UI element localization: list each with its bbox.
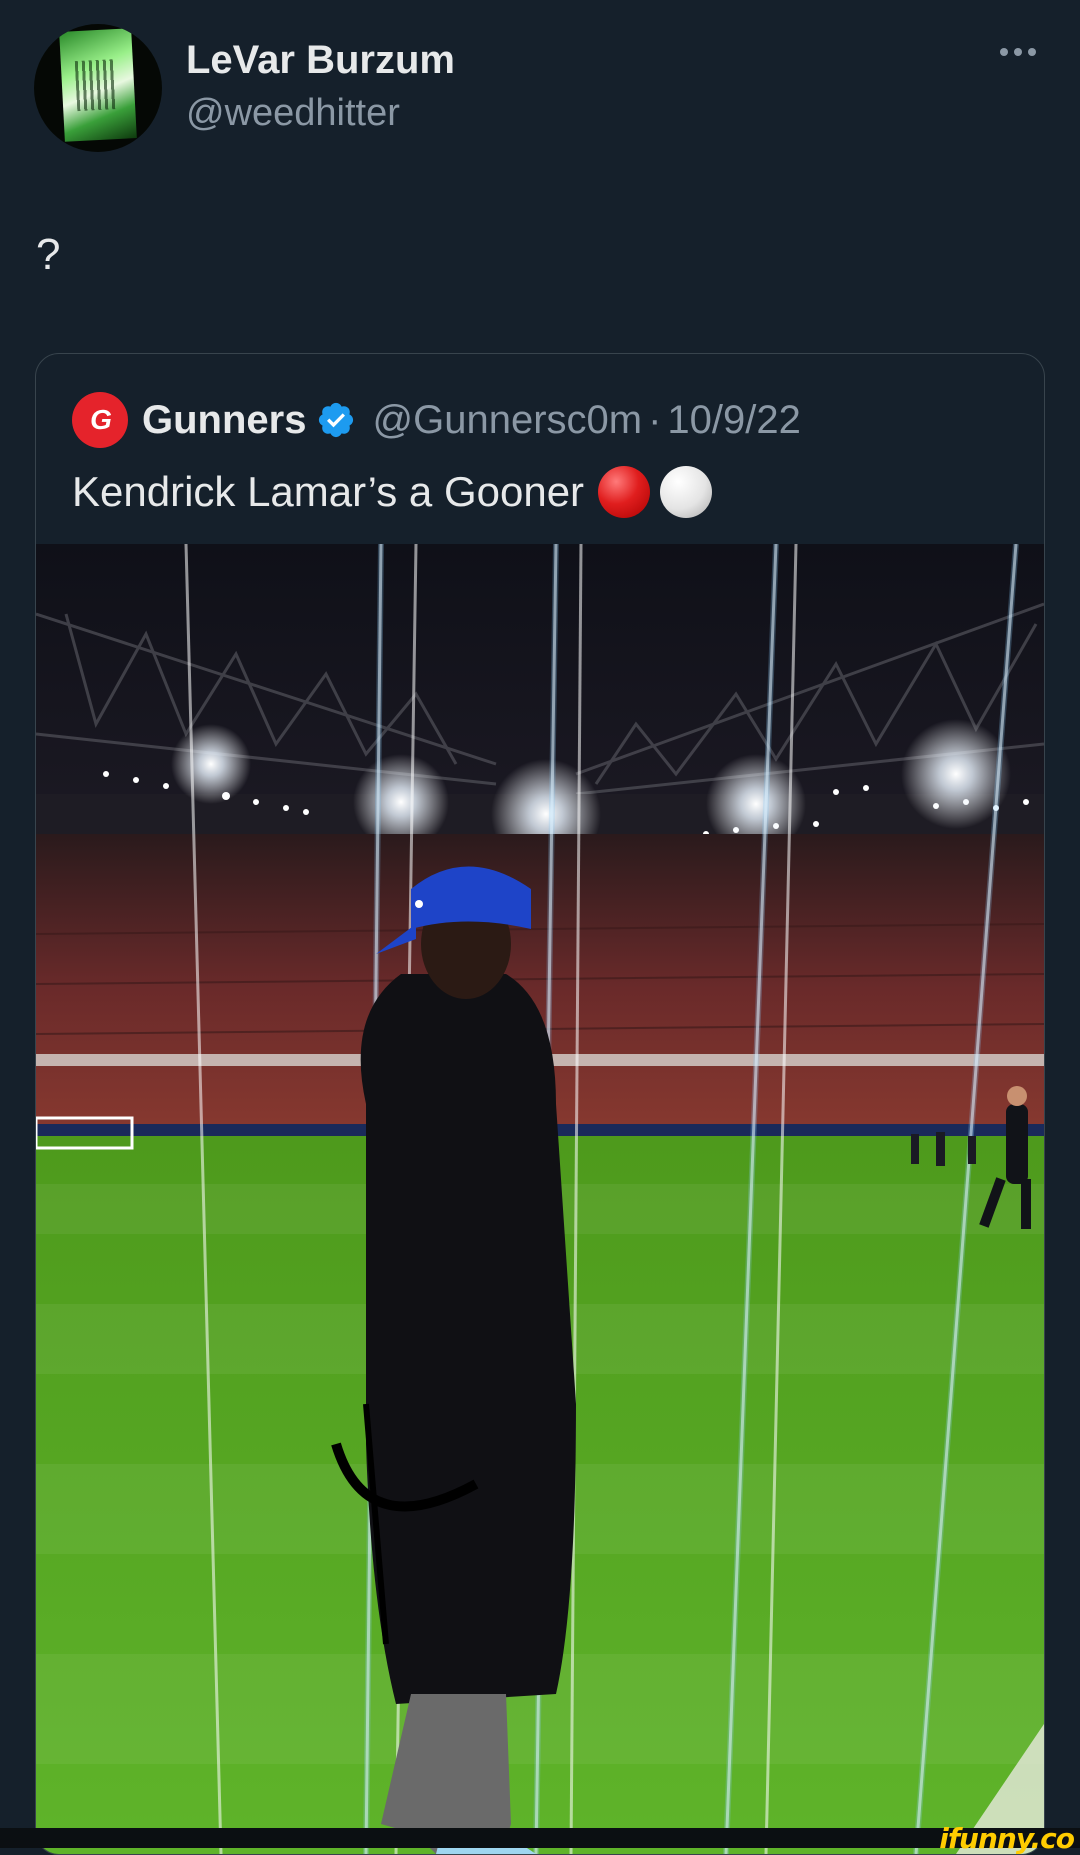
dot (1014, 48, 1022, 56)
logo-text: G (90, 404, 112, 435)
quoted-display-name[interactable]: Gunners (142, 398, 306, 443)
user-handle[interactable]: @weedhitter (186, 92, 400, 135)
avatar-image (59, 28, 137, 142)
quoted-tweet-text: Kendrick Lamar’s a Gooner (72, 468, 585, 515)
ifunny-watermark[interactable]: ifunny.co (939, 1822, 1075, 1855)
tweet-header: LeVar Burzum @weedhitter (0, 0, 1080, 180)
user-avatar[interactable] (34, 24, 162, 152)
quoted-tweet-header: G Gunners @Gunnersc0m · 10/9/22 (72, 390, 801, 450)
watermark-bar: ifunny.co (0, 1822, 1080, 1855)
quoted-tweet-card[interactable]: G Gunners @Gunnersc0m · 10/9/22 Kendrick… (35, 353, 1045, 1855)
dot (1000, 48, 1008, 56)
gunners-logo-avatar[interactable]: G (72, 392, 128, 448)
verified-badge-icon (319, 402, 354, 438)
separator: · (648, 397, 662, 442)
quoted-handle[interactable]: @Gunnersc0m (372, 398, 642, 443)
stadium-photo[interactable] (36, 544, 1044, 1854)
quoted-date[interactable]: 10/9/22 (667, 398, 800, 443)
white-circle-emoji-icon (660, 466, 713, 518)
display-name[interactable]: LeVar Burzum (186, 38, 455, 83)
red-circle-emoji-icon (598, 466, 651, 518)
dot (1028, 48, 1036, 56)
more-dots-icon[interactable] (996, 40, 1040, 64)
tweet-text: ? (36, 230, 61, 279)
quoted-tweet-text-row: Kendrick Lamar’s a Gooner (72, 466, 713, 518)
